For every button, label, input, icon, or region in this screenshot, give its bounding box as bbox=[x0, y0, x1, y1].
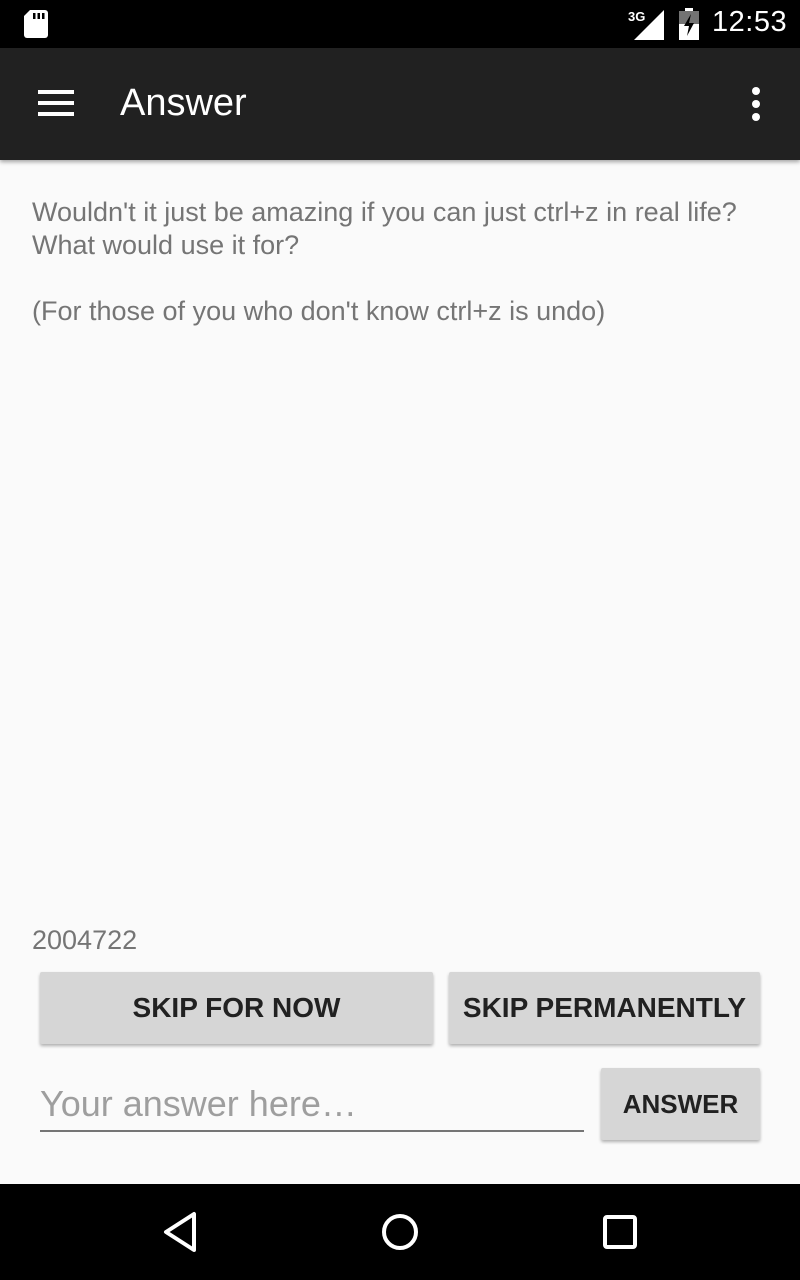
hamburger-menu-icon[interactable] bbox=[36, 88, 76, 118]
sd-card-icon bbox=[24, 10, 48, 38]
navigation-bar bbox=[0, 1184, 800, 1280]
question-text: Wouldn't it just be amazing if you can j… bbox=[32, 197, 737, 326]
battery-icon bbox=[679, 8, 699, 40]
app-bar: Answer bbox=[0, 48, 800, 160]
question-id: 2004722 bbox=[32, 925, 138, 955]
recents-icon[interactable] bbox=[596, 1208, 644, 1256]
skip-for-now-button[interactable]: SKIP FOR NOW bbox=[40, 972, 433, 1044]
status-bar: 3G 12:53 bbox=[0, 0, 800, 48]
answer-button[interactable]: ANSWER bbox=[601, 1068, 760, 1140]
page-title: Answer bbox=[120, 82, 247, 124]
more-vert-icon[interactable] bbox=[744, 86, 768, 122]
skip-permanently-button[interactable]: SKIP PERMANENTLY bbox=[449, 972, 760, 1044]
status-clock: 12:53 bbox=[712, 6, 788, 38]
signal-icon bbox=[634, 10, 664, 40]
answer-input[interactable] bbox=[40, 1078, 584, 1132]
home-icon[interactable] bbox=[376, 1208, 424, 1256]
back-icon[interactable] bbox=[156, 1208, 204, 1256]
